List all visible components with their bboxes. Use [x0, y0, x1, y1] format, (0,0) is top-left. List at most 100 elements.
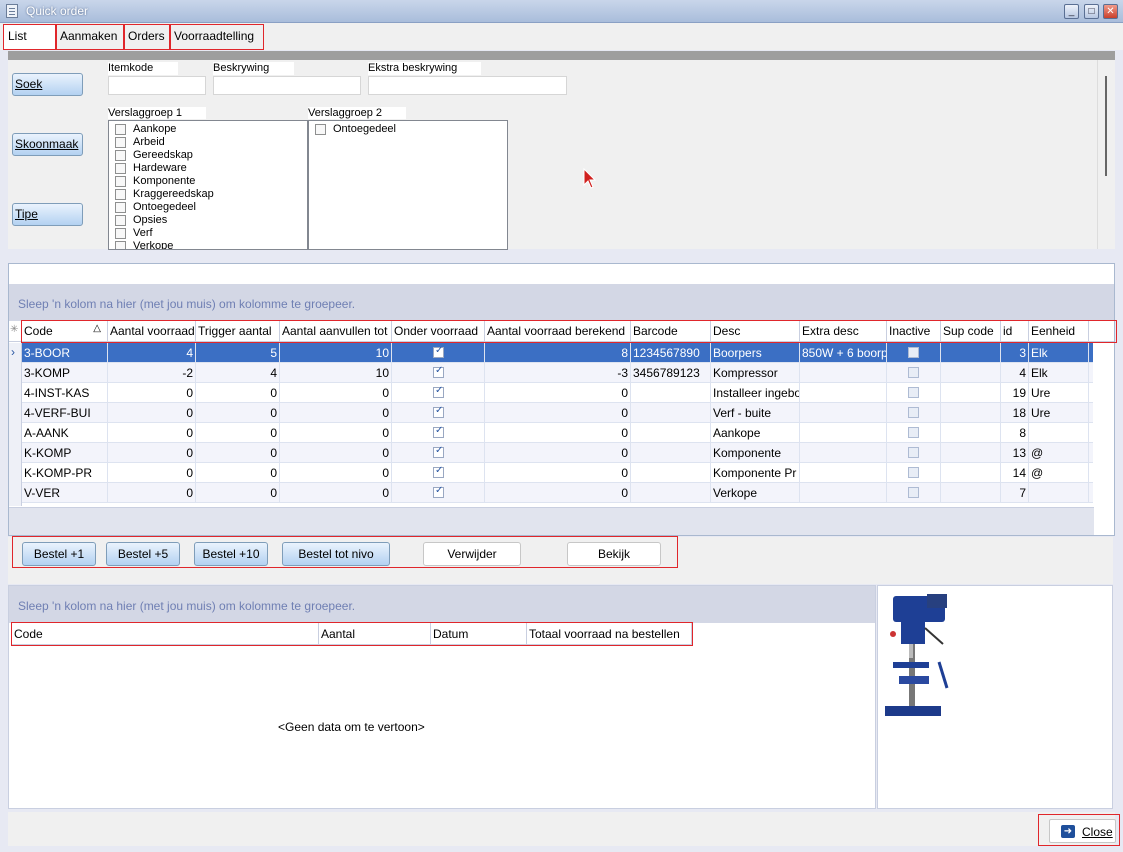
- new-row-icon[interactable]: ✳: [9, 321, 22, 342]
- cell-desc[interactable]: Kompressor: [711, 363, 800, 383]
- column-header-sup[interactable]: Sup code: [941, 321, 1001, 342]
- cell-aantal[interactable]: 0: [108, 403, 196, 423]
- cell-aanvul[interactable]: 0: [280, 403, 392, 423]
- bestel-tot-nivo-button[interactable]: Bestel tot nivo: [282, 542, 390, 566]
- onder-checkbox[interactable]: [433, 365, 444, 378]
- cell-sup[interactable]: [941, 343, 1001, 363]
- cell-desc[interactable]: Aankope: [711, 423, 800, 443]
- cell-aanvul[interactable]: 0: [280, 443, 392, 463]
- cell-onder[interactable]: [392, 343, 485, 363]
- cell-aantal[interactable]: 0: [108, 423, 196, 443]
- cell-trigger[interactable]: 0: [196, 443, 280, 463]
- column-header-id[interactable]: id: [1001, 321, 1029, 342]
- cell-onder[interactable]: [392, 383, 485, 403]
- verslaggroep1-item[interactable]: Verf: [109, 227, 307, 240]
- verslaggroep1-item[interactable]: Hardeware: [109, 162, 307, 175]
- cell-aantal[interactable]: 0: [108, 443, 196, 463]
- column-header-aantal[interactable]: Aantal voorraad: [108, 321, 196, 342]
- cell-id[interactable]: 7: [1001, 483, 1029, 503]
- cell-aantal[interactable]: -2: [108, 363, 196, 383]
- cell-inactive[interactable]: [887, 443, 941, 463]
- cell-berekend[interactable]: 0: [485, 483, 631, 503]
- cell-id[interactable]: 3: [1001, 343, 1029, 363]
- column-header-desc[interactable]: Desc: [711, 321, 800, 342]
- column-header-trigger[interactable]: Trigger aantal: [196, 321, 280, 342]
- onder-checkbox[interactable]: [433, 405, 444, 418]
- cell-onder[interactable]: [392, 463, 485, 483]
- onder-checkbox[interactable]: [433, 465, 444, 478]
- verslaggroep1-item[interactable]: Kraggereedskap: [109, 188, 307, 201]
- checkbox[interactable]: [115, 176, 126, 187]
- table-row[interactable]: K-KOMP-PR0000Komponente Pr14@: [22, 463, 1093, 483]
- cell-barcode[interactable]: [631, 463, 711, 483]
- cell-code[interactable]: 4-VERF-BUI: [22, 403, 108, 423]
- table-row[interactable]: 3-BOOR4510 81234567890Boorpers850W + 6 bo…: [22, 343, 1093, 363]
- cell-aanvul[interactable]: 10: [280, 343, 392, 363]
- tipe-button[interactable]: Tipe: [12, 203, 83, 226]
- cell-aantal[interactable]: 0: [108, 383, 196, 403]
- cell-inactive[interactable]: [887, 463, 941, 483]
- verslaggroep2-item[interactable]: Ontoegedeel: [309, 123, 507, 136]
- verslaggroep1-item[interactable]: Verkope: [109, 240, 307, 249]
- cell-eenheid[interactable]: Elk: [1029, 343, 1089, 363]
- cell-barcode[interactable]: [631, 483, 711, 503]
- inactive-checkbox[interactable]: [908, 427, 919, 438]
- cell-barcode[interactable]: 1234567890: [631, 343, 711, 363]
- cell-onder[interactable]: [392, 483, 485, 503]
- checkbox[interactable]: [315, 124, 326, 135]
- cell-trigger[interactable]: 0: [196, 423, 280, 443]
- cell-inactive[interactable]: [887, 403, 941, 423]
- tab-aanmaken[interactable]: Aanmaken: [55, 24, 125, 50]
- cell-sup[interactable]: [941, 383, 1001, 403]
- cell-extra[interactable]: [800, 363, 887, 383]
- inactive-checkbox[interactable]: [908, 387, 919, 398]
- cell-berekend[interactable]: 0: [485, 383, 631, 403]
- verslaggroep1-item[interactable]: Gereedskap: [109, 149, 307, 162]
- cell-trigger[interactable]: 0: [196, 403, 280, 423]
- checkbox[interactable]: [115, 202, 126, 213]
- skoonmaak-button[interactable]: Skoonmaak: [12, 133, 83, 156]
- cell-trigger[interactable]: 0: [196, 463, 280, 483]
- cell-id[interactable]: 8: [1001, 423, 1029, 443]
- checkbox[interactable]: [115, 241, 126, 249]
- bestel-plus5-button[interactable]: Bestel +5: [106, 542, 180, 566]
- cell-code[interactable]: V-VER: [22, 483, 108, 503]
- cell-inactive[interactable]: [887, 483, 941, 503]
- checkbox[interactable]: [115, 228, 126, 239]
- inactive-checkbox[interactable]: [908, 367, 919, 378]
- cell-sup[interactable]: [941, 363, 1001, 383]
- cell-extra[interactable]: [800, 463, 887, 483]
- cell-onder[interactable]: [392, 363, 485, 383]
- cell-barcode[interactable]: [631, 423, 711, 443]
- minimize-button[interactable]: _: [1064, 4, 1079, 19]
- cell-aanvul[interactable]: 0: [280, 483, 392, 503]
- cell-onder[interactable]: [392, 403, 485, 423]
- column-header-berekend[interactable]: Aantal voorraad berekend: [485, 321, 631, 342]
- beskrywing-input[interactable]: [213, 76, 361, 95]
- inactive-checkbox[interactable]: [908, 487, 919, 498]
- inactive-checkbox[interactable]: [908, 447, 919, 458]
- verslaggroep1-item[interactable]: Arbeid: [109, 136, 307, 149]
- tab-list[interactable]: List: [3, 24, 57, 50]
- cell-trigger[interactable]: 5: [196, 343, 280, 363]
- checkbox[interactable]: [115, 163, 126, 174]
- cell-eenheid[interactable]: [1029, 423, 1089, 443]
- column-header-onder[interactable]: Onder voorraad: [392, 321, 485, 342]
- cell-inactive[interactable]: [887, 383, 941, 403]
- cell-trigger[interactable]: 0: [196, 483, 280, 503]
- cell-barcode[interactable]: 3456789123: [631, 363, 711, 383]
- checkbox[interactable]: [115, 215, 126, 226]
- column-header-code[interactable]: Code △: [22, 321, 108, 342]
- col-totaal[interactable]: Totaal voorraad na bestellen: [527, 623, 692, 645]
- cell-aantal[interactable]: 0: [108, 463, 196, 483]
- inactive-checkbox[interactable]: [908, 407, 919, 418]
- cell-berekend[interactable]: 8: [485, 343, 631, 363]
- cell-eenheid[interactable]: Elk: [1029, 363, 1089, 383]
- cell-trigger[interactable]: 4: [196, 363, 280, 383]
- cell-berekend[interactable]: 0: [485, 423, 631, 443]
- col-aantal[interactable]: Aantal: [319, 623, 431, 645]
- cell-desc[interactable]: Komponente: [711, 443, 800, 463]
- cell-id[interactable]: 14: [1001, 463, 1029, 483]
- cell-extra[interactable]: 850W + 6 boorp: [800, 343, 887, 363]
- column-header-inactive[interactable]: Inactive: [887, 321, 941, 342]
